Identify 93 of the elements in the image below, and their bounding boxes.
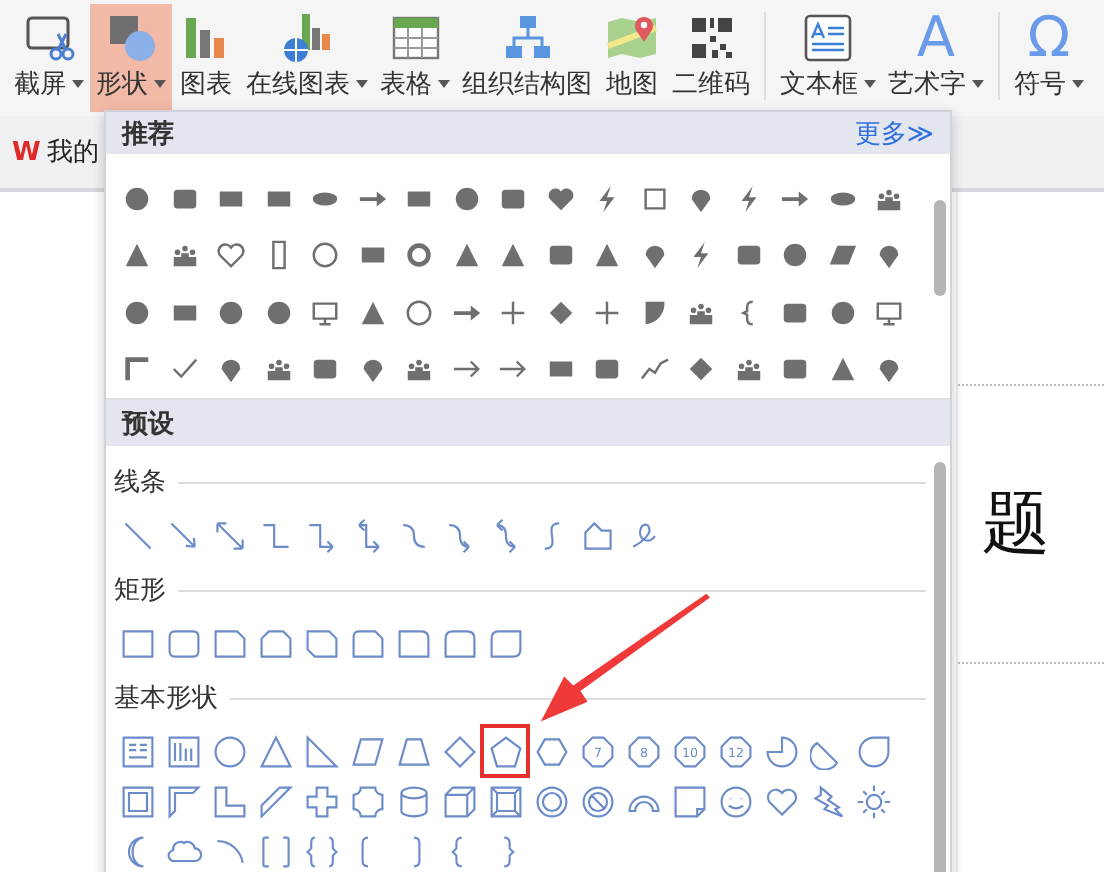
shape-icon[interactable] <box>303 783 339 819</box>
shape-icon[interactable] <box>122 354 152 385</box>
shape-icon[interactable] <box>874 354 904 385</box>
shape-icon[interactable] <box>545 183 575 214</box>
shape-icon[interactable] <box>303 833 339 869</box>
shape-icon[interactable] <box>216 297 246 328</box>
shape-icon[interactable] <box>763 733 799 769</box>
shape-icon[interactable] <box>686 354 716 385</box>
shape-icon[interactable] <box>257 733 293 769</box>
shape-icon[interactable] <box>874 297 904 328</box>
shape-icon[interactable] <box>671 783 707 819</box>
shape-icon[interactable] <box>122 183 152 214</box>
shape-icon[interactable] <box>717 783 753 819</box>
shape-icon[interactable] <box>216 240 246 271</box>
shape-icon[interactable] <box>119 783 155 819</box>
shape-icon[interactable] <box>809 783 845 819</box>
shape-icon[interactable] <box>395 733 431 769</box>
shape-icon[interactable] <box>119 733 155 769</box>
shape-icon[interactable] <box>592 297 622 328</box>
shape-icon[interactable] <box>498 297 528 328</box>
toolbar-button[interactable]: Ω 符号 <box>1008 4 1090 112</box>
shape-icon[interactable] <box>165 783 201 819</box>
shape-icon[interactable] <box>545 297 575 328</box>
section-title: 推荐 <box>122 117 174 151</box>
shape-icon[interactable] <box>592 240 622 271</box>
document-tab[interactable]: W 我的 <box>12 134 99 170</box>
shape-icon[interactable] <box>395 783 431 819</box>
shape-icon[interactable] <box>357 297 387 328</box>
line-icon[interactable] <box>579 517 615 553</box>
shape-icon[interactable] <box>349 733 385 769</box>
more-link[interactable]: 更多≫ <box>854 115 934 151</box>
shape-icon[interactable] <box>349 783 385 819</box>
rectangle-icon[interactable] <box>395 625 431 661</box>
toolbar-button[interactable]: 组织结构图 <box>456 4 598 112</box>
shape-icon[interactable] <box>579 783 615 819</box>
section-title: 预设 <box>122 407 174 441</box>
shape-icon[interactable] <box>257 833 293 869</box>
shape-icon[interactable] <box>122 240 152 271</box>
shape-icon[interactable] <box>487 783 523 819</box>
shape-icon[interactable] <box>855 783 891 819</box>
shape-icon[interactable] <box>827 297 857 328</box>
line-icon[interactable] <box>165 517 201 553</box>
shape-icon[interactable] <box>533 783 569 819</box>
shape-icon[interactable] <box>498 240 528 271</box>
shape-icon[interactable] <box>441 783 477 819</box>
shape-icon[interactable] <box>263 354 293 385</box>
rectangle-icon[interactable] <box>119 625 155 661</box>
shape-icon[interactable] <box>165 733 201 769</box>
rectangle-icon[interactable] <box>487 625 523 661</box>
category-label: 线条 <box>114 466 166 500</box>
shape-icon[interactable] <box>855 733 891 769</box>
shape-icon[interactable] <box>404 354 434 385</box>
shape-icon[interactable] <box>639 354 669 385</box>
shape-icon[interactable] <box>827 354 857 385</box>
shape-icon[interactable] <box>451 240 481 271</box>
text-box-icon <box>800 10 856 66</box>
toolbar-button[interactable]: 二维码 <box>666 4 756 112</box>
shape-icon[interactable] <box>310 297 340 328</box>
shape-icon[interactable] <box>216 354 246 385</box>
shape-icon[interactable] <box>733 354 763 385</box>
title-text: 题 <box>982 482 1050 568</box>
shape-icon[interactable] <box>303 733 339 769</box>
shape-icon[interactable] <box>257 783 293 819</box>
shape-icon[interactable] <box>487 733 523 769</box>
toolbar-button[interactable]: 地图 <box>598 4 666 112</box>
shape-icon[interactable] <box>780 240 810 271</box>
shape-icon[interactable] <box>441 733 477 769</box>
toolbar-button[interactable]: 表格 <box>374 4 456 112</box>
toolbar-button[interactable]: A 艺术字 <box>882 4 990 112</box>
shape-icon[interactable] <box>211 733 247 769</box>
rectangle-icon[interactable] <box>441 625 477 661</box>
line-icon[interactable] <box>119 517 155 553</box>
shape-icon[interactable] <box>451 183 481 214</box>
shape-icon[interactable] <box>263 297 293 328</box>
shape-icon[interactable] <box>533 733 569 769</box>
line-icon[interactable] <box>211 517 247 553</box>
category-label: 矩形 <box>114 574 166 608</box>
shape-icon[interactable] <box>763 783 799 819</box>
shape-icon[interactable] <box>874 240 904 271</box>
shape-icon[interactable] <box>169 240 199 271</box>
toolbar-button[interactable]: 图表 <box>172 4 240 112</box>
shape-icon[interactable] <box>639 183 669 214</box>
toolbar-button[interactable]: 截屏 <box>8 4 90 112</box>
shape-icon[interactable] <box>310 240 340 271</box>
shape-icon[interactable] <box>404 297 434 328</box>
shape-icon[interactable] <box>211 783 247 819</box>
shape-icon[interactable] <box>122 297 152 328</box>
online-chart-icon <box>279 10 335 66</box>
toolbar-button[interactable]: 文本框 <box>774 4 882 112</box>
category-label: 基本形状 <box>114 682 218 716</box>
shape-icon[interactable] <box>404 240 434 271</box>
toolbar-button[interactable]: 形状 <box>90 4 172 112</box>
scrollbar[interactable] <box>934 200 946 296</box>
